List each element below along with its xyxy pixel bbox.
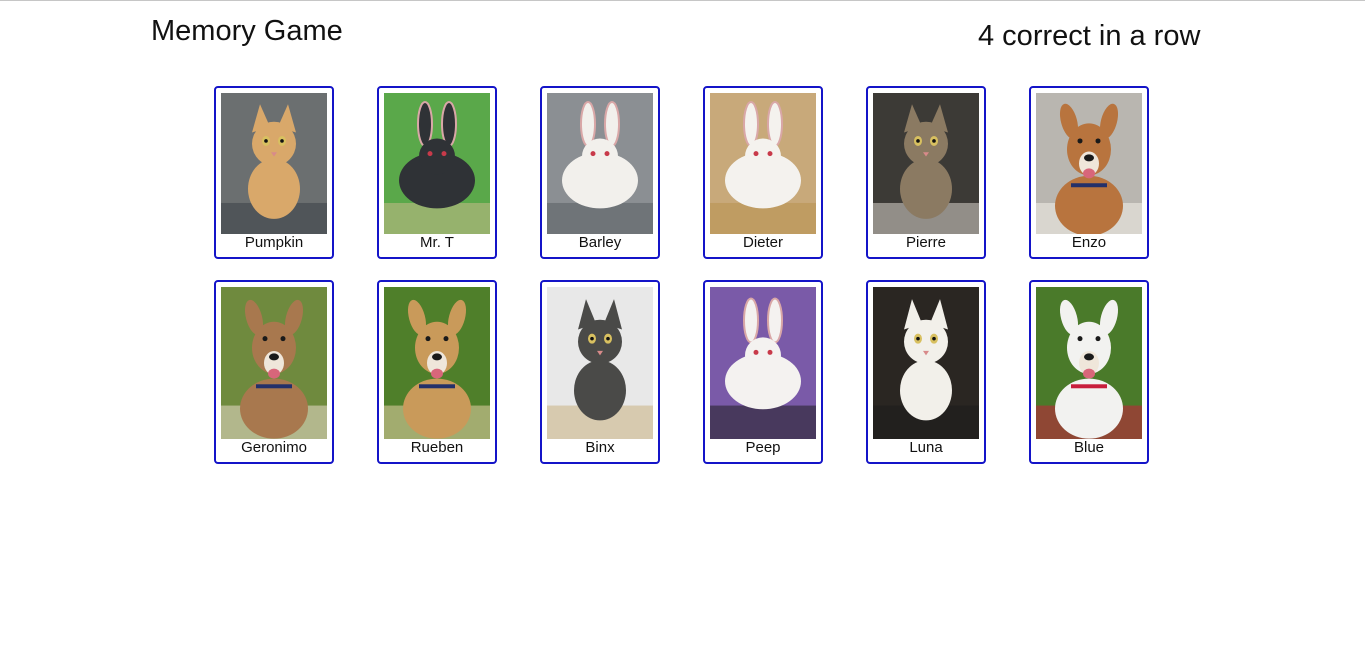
- memory-card[interactable]: Barley: [540, 86, 660, 259]
- cat-photo: [873, 287, 979, 439]
- cat-icon: [873, 287, 979, 439]
- card-name: Pumpkin: [244, 234, 304, 251]
- rabbit-icon: [547, 93, 653, 234]
- rabbit-photo: [547, 93, 653, 234]
- dog-photo: [384, 287, 490, 439]
- card-name: Peep: [745, 439, 781, 456]
- memory-card[interactable]: Pumpkin: [214, 86, 334, 259]
- dog-icon: [1036, 93, 1142, 234]
- memory-card[interactable]: Rueben: [377, 280, 497, 464]
- rabbit-photo: [710, 287, 816, 439]
- card-name: Rueben: [410, 439, 464, 456]
- dog-icon: [384, 287, 490, 439]
- streak-counter: 4 correct in a row: [978, 20, 1201, 52]
- memory-card[interactable]: Pierre: [866, 86, 986, 259]
- dog-icon: [1036, 287, 1142, 439]
- card-grid: Pumpkin Mr. T Barley Dieter Pierre Enzo Geroni…: [214, 86, 1149, 464]
- dog-photo: [221, 287, 327, 439]
- rabbit-icon: [710, 93, 816, 234]
- memory-card[interactable]: Mr. T: [377, 86, 497, 259]
- memory-card[interactable]: Enzo: [1029, 86, 1149, 259]
- dog-photo: [1036, 93, 1142, 234]
- memory-card[interactable]: Dieter: [703, 86, 823, 259]
- memory-card[interactable]: Geronimo: [214, 280, 334, 464]
- rabbit-icon: [384, 93, 490, 234]
- memory-card[interactable]: Luna: [866, 280, 986, 464]
- rabbit-photo: [384, 93, 490, 234]
- rabbit-photo: [710, 93, 816, 234]
- card-name: Mr. T: [420, 234, 454, 251]
- card-name: Binx: [585, 439, 615, 456]
- cat-photo: [221, 93, 327, 234]
- card-name: Pierre: [905, 234, 946, 251]
- memory-card[interactable]: Blue: [1029, 280, 1149, 464]
- dog-icon: [221, 287, 327, 439]
- rabbit-icon: [710, 287, 816, 439]
- cat-photo: [873, 93, 979, 234]
- memory-card[interactable]: Peep: [703, 280, 823, 464]
- cat-icon: [873, 93, 979, 234]
- cat-icon: [221, 93, 327, 234]
- card-name: Geronimo: [241, 439, 307, 456]
- dog-photo: [1036, 287, 1142, 439]
- memory-card[interactable]: Binx: [540, 280, 660, 464]
- card-name: Barley: [578, 234, 622, 251]
- card-name: Dieter: [742, 234, 783, 251]
- page-title: Memory Game: [151, 15, 343, 47]
- card-name: Blue: [1073, 439, 1105, 456]
- cat-icon: [547, 287, 653, 439]
- top-divider: [0, 0, 1365, 1]
- cat-photo: [547, 287, 653, 439]
- card-name: Enzo: [1071, 234, 1107, 251]
- memory-game-page: Memory Game 4 correct in a row Pumpkin Mr…: [0, 0, 1365, 669]
- card-name: Luna: [909, 439, 943, 456]
